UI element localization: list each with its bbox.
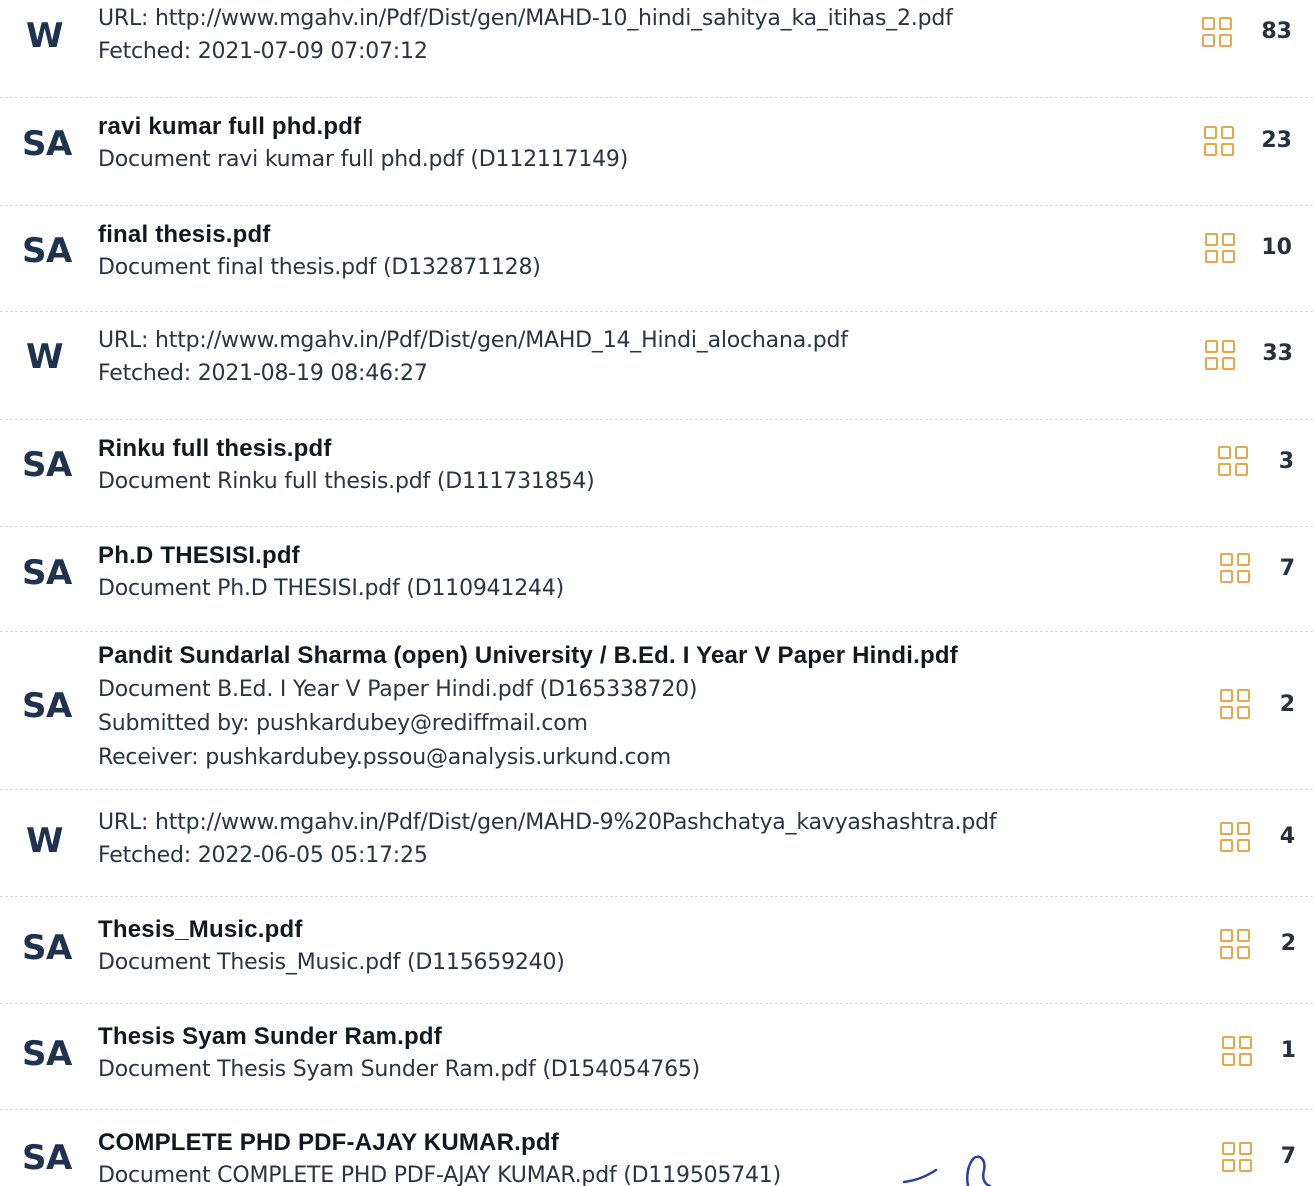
source-row[interactable]: SA Thesis Syam Sunder Ram.pdf Document The…: [0, 1004, 1313, 1110]
source-detail-line: Document Rinku full thesis.pdf (D1117318…: [98, 469, 595, 494]
source-detail-line: Submitted by: pushkardubey@rediffmail.co…: [98, 711, 588, 736]
source-row[interactable]: W URL: http://www.mgahv.in/Pdf/Dist/gen/M…: [0, 312, 1313, 420]
source-details: URL: http://www.mgahv.in/Pdf/Dist/gen/MA…: [98, 806, 1113, 872]
source-row[interactable]: W URL: http://www.mgahv.in/Pdf/Dist/gen/M…: [0, 0, 1313, 98]
source-title: Thesis_Music.pdf: [98, 916, 303, 943]
source-detail-line: Fetched: 2022-06-05 05:17:25: [98, 843, 428, 868]
source-detail-line: Fetched: 2021-07-09 07:07:12: [98, 39, 428, 64]
source-details: Rinku full thesis.pdf Document Rinku full…: [98, 432, 1113, 498]
source-title: ravi kumar full phd.pdf: [98, 113, 362, 140]
match-count: 1: [1280, 1038, 1296, 1063]
source-row[interactable]: SA COMPLETE PHD PDF-AJAY KUMAR.pdf Documen…: [0, 1110, 1313, 1186]
source-detail-line: Document final thesis.pdf (D132871128): [98, 255, 541, 280]
source-details: final thesis.pdf Document final thesis.pd…: [98, 218, 1113, 284]
match-count: 33: [1262, 341, 1293, 366]
student-archive-badge: SA: [22, 928, 72, 968]
source-detail-line: Document B.Ed. I Year V Paper Hindi.pdf …: [98, 677, 698, 702]
source-detail-line: Document Thesis_Music.pdf (D115659240): [98, 950, 565, 975]
source-detail-line: Document Thesis Syam Sunder Ram.pdf (D15…: [98, 1057, 701, 1082]
student-archive-badge: SA: [22, 231, 72, 271]
student-archive-badge: SA: [22, 445, 72, 485]
source-detail-line: Document ravi kumar full phd.pdf (D11211…: [98, 147, 629, 172]
web-source-badge: W: [26, 821, 64, 861]
grid-2x2-icon[interactable]: [1220, 822, 1252, 854]
source-details: Ph.D THESISI.pdf Document Ph.D THESISI.pd…: [98, 539, 1113, 605]
source-list: W URL: http://www.mgahv.in/Pdf/Dist/gen/M…: [0, 0, 1313, 1186]
grid-2x2-icon[interactable]: [1222, 1036, 1254, 1068]
match-count: 83: [1261, 19, 1292, 44]
source-title: Thesis Syam Sunder Ram.pdf: [98, 1023, 442, 1050]
match-count: 7: [1280, 1144, 1296, 1169]
match-count: 7: [1279, 556, 1295, 581]
source-title: final thesis.pdf: [98, 221, 271, 248]
grid-2x2-icon[interactable]: [1220, 689, 1252, 721]
source-detail-line: Fetched: 2021-08-19 08:46:27: [98, 361, 428, 386]
source-row[interactable]: SA Pandit Sundarlal Sharma (open) Univers…: [0, 632, 1313, 790]
source-row[interactable]: SA Ph.D THESISI.pdf Document Ph.D THESISI.…: [0, 527, 1313, 632]
student-archive-badge: SA: [22, 1034, 72, 1074]
source-detail-line[interactable]: URL: http://www.mgahv.in/Pdf/Dist/gen/MA…: [98, 324, 1113, 357]
web-source-badge: W: [26, 16, 64, 56]
student-archive-badge: SA: [22, 1138, 72, 1178]
source-details: Thesis Syam Sunder Ram.pdf Document Thesi…: [98, 1020, 1113, 1086]
source-row[interactable]: SA Thesis_Music.pdf Document Thesis_Music.…: [0, 897, 1313, 1004]
grid-2x2-icon[interactable]: [1220, 553, 1252, 585]
source-row[interactable]: SA Rinku full thesis.pdf Document Rinku fu…: [0, 420, 1313, 527]
source-detail-line: Receiver: pushkardubey.pssou@analysis.ur…: [98, 745, 671, 770]
match-count: 3: [1278, 449, 1294, 474]
source-row[interactable]: SA ravi kumar full phd.pdf Document ravi k…: [0, 98, 1313, 206]
student-archive-badge: SA: [22, 553, 72, 593]
source-detail-line: Document Ph.D THESISI.pdf (D110941244): [98, 576, 565, 601]
grid-2x2-icon[interactable]: [1222, 1142, 1254, 1174]
match-count: 23: [1261, 128, 1292, 153]
grid-2x2-icon[interactable]: [1205, 340, 1237, 372]
match-count: 2: [1279, 692, 1295, 717]
grid-2x2-icon[interactable]: [1220, 929, 1252, 961]
source-details: Pandit Sundarlal Sharma (open) Universit…: [98, 639, 1113, 775]
source-details: URL: http://www.mgahv.in/Pdf/Dist/gen/MA…: [98, 324, 1113, 390]
source-row[interactable]: W URL: http://www.mgahv.in/Pdf/Dist/gen/M…: [0, 790, 1313, 897]
source-details: ravi kumar full phd.pdf Document ravi kum…: [98, 110, 1113, 176]
student-archive-badge: SA: [22, 686, 72, 726]
source-title: Pandit Sundarlal Sharma (open) Universit…: [98, 642, 958, 669]
student-archive-badge: SA: [22, 124, 72, 164]
source-detail-line[interactable]: URL: http://www.mgahv.in/Pdf/Dist/gen/MA…: [98, 806, 1113, 839]
web-source-badge: W: [26, 337, 64, 377]
grid-2x2-icon[interactable]: [1202, 17, 1234, 49]
grid-2x2-icon[interactable]: [1204, 126, 1236, 158]
grid-2x2-icon[interactable]: [1218, 446, 1250, 478]
grid-2x2-icon[interactable]: [1205, 233, 1237, 265]
match-count: 2: [1280, 931, 1296, 956]
handwritten-signature: [902, 1155, 992, 1186]
match-count: 10: [1261, 235, 1292, 260]
source-title: Rinku full thesis.pdf: [98, 435, 332, 462]
source-details: URL: http://www.mgahv.in/Pdf/Dist/gen/MA…: [98, 2, 1113, 68]
source-row[interactable]: SA final thesis.pdf Document final thesis.…: [0, 206, 1313, 312]
source-detail-line[interactable]: URL: http://www.mgahv.in/Pdf/Dist/gen/MA…: [98, 2, 1113, 35]
source-title: Ph.D THESISI.pdf: [98, 542, 300, 569]
match-count: 4: [1279, 824, 1295, 849]
source-details: Thesis_Music.pdf Document Thesis_Music.pd…: [98, 913, 1113, 979]
